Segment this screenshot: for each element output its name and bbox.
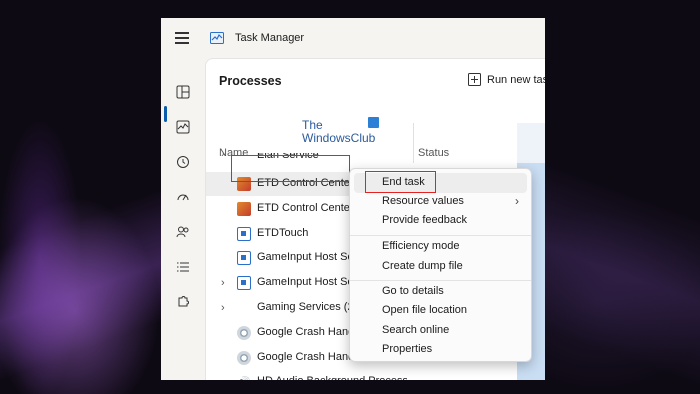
google-crash-icon [237, 350, 251, 365]
column-divider[interactable] [413, 123, 414, 163]
menu-item-create-dump-file[interactable]: Create dump file [354, 257, 527, 277]
run-task-icon [468, 73, 481, 86]
table-row[interactable]: › GameInput Host Service [206, 271, 356, 295]
row-label: Google Crash Handler [257, 325, 353, 338]
run-new-task-label: Run new tas [487, 73, 545, 86]
row-label: GameInput Host Service [257, 276, 353, 289]
menu-item-properties[interactable]: Properties [354, 340, 527, 360]
menu-separator [350, 280, 531, 281]
wallpaper-streak [0, 160, 165, 394]
row-label: ETDTouch [257, 226, 309, 239]
etd-control-icon [237, 201, 251, 216]
menu-item-go-to-details[interactable]: Go to details [354, 282, 527, 302]
menu-item-efficiency-mode[interactable]: Efficiency mode [354, 237, 527, 257]
menu-label: Search online [382, 324, 450, 336]
column-header-highlight [517, 123, 545, 163]
chevron-right-icon[interactable]: › [221, 277, 225, 289]
nav-users[interactable] [169, 219, 197, 245]
menu-separator [350, 235, 531, 236]
wallpaper-streak [540, 120, 700, 394]
chevron-right-icon: › [221, 153, 225, 160]
context-menu: End task Resource values › Provide feedb… [349, 168, 532, 362]
nav-startup-apps[interactable] [169, 184, 197, 210]
nav-processes[interactable] [169, 79, 197, 105]
speaker-icon: 🔊 [237, 375, 251, 380]
details-list-icon [177, 262, 189, 272]
nav-active-indicator [164, 106, 167, 122]
menu-item-open-file-location[interactable]: Open file location [354, 301, 527, 321]
hamburger-menu-icon[interactable] [175, 32, 189, 44]
menu-item-resource-values[interactable]: Resource values › [354, 192, 527, 212]
chevron-right-icon[interactable]: › [221, 302, 225, 314]
menu-label: Go to details [382, 285, 444, 297]
nav-app-history[interactable] [169, 149, 197, 175]
nav-services[interactable] [169, 289, 197, 315]
menu-label: Resource values [382, 195, 464, 207]
menu-label: Provide feedback [382, 214, 467, 226]
row-label: HD Audio Background Process [257, 375, 407, 380]
menu-label: Open file location [382, 304, 467, 316]
menu-label: Create dump file [382, 260, 463, 272]
row-label: Gaming Services (2) [257, 301, 353, 313]
performance-icon [176, 120, 190, 134]
services-puzzle-icon [178, 296, 189, 307]
table-row[interactable]: Google Crash Handler [206, 346, 356, 370]
history-icon [177, 156, 189, 168]
table-row[interactable]: ETD Control Center [206, 197, 356, 221]
page-title: Processes [219, 74, 282, 88]
run-new-task-button[interactable]: Run new tas [468, 73, 545, 86]
task-manager-app-icon [210, 32, 224, 44]
google-crash-icon [237, 325, 251, 340]
row-label: Google Crash Handler [257, 350, 353, 363]
chevron-right-icon: › [515, 194, 519, 208]
annotation-highlight-row [231, 155, 350, 182]
annotation-highlight-end-task [365, 171, 436, 193]
row-label: GameInput Host Service [257, 251, 353, 264]
watermark: The WindowsClub [302, 119, 375, 145]
table-row[interactable]: Google Crash Handler [206, 321, 356, 345]
row-label: ETD Control Center [257, 201, 353, 214]
window-app-icon [237, 276, 251, 291]
menu-label: Properties [382, 343, 433, 355]
menu-item-provide-feedback[interactable]: Provide feedback [354, 211, 527, 231]
column-header-status[interactable]: Status [418, 147, 449, 159]
title-bar: Task Manager [161, 18, 545, 58]
window-app-icon [237, 251, 251, 266]
processes-icon [176, 85, 190, 99]
table-row[interactable]: 🔊 HD Audio Background Process [206, 370, 407, 380]
watermark-line-2: WindowsClub [302, 131, 376, 145]
speedometer-icon [177, 194, 189, 201]
app-title: Task Manager [235, 32, 305, 44]
watermark-logo-icon [368, 117, 379, 128]
window-app-icon [237, 226, 251, 241]
table-row[interactable]: ETDTouch [206, 222, 356, 246]
nav-details[interactable] [169, 254, 197, 280]
table-row[interactable]: › Gaming Services (2) [206, 296, 356, 320]
table-row[interactable]: GameInput Host Service [206, 246, 356, 270]
menu-item-search-online[interactable]: Search online [354, 321, 527, 341]
menu-label: Efficiency mode [382, 240, 460, 252]
nav-performance[interactable] [169, 114, 197, 140]
navigation-rail [161, 58, 205, 380]
users-icon [176, 226, 189, 238]
